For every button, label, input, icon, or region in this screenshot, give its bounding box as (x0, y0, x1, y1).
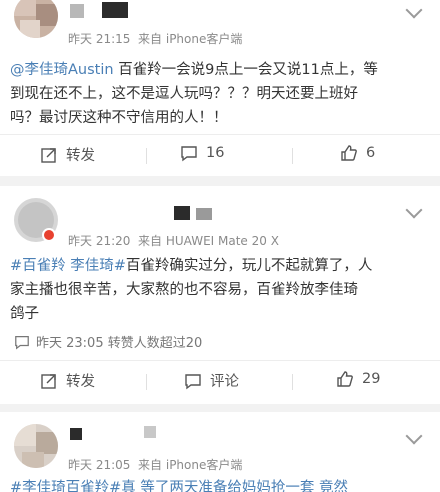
post-text-partial: #李佳琦百雀羚#真 等了两天准备给妈妈抢一套 竟然 (10, 480, 349, 492)
like-button[interactable]: 29 (336, 370, 380, 388)
hashtag-link[interactable]: #百雀羚 李佳琦# (10, 258, 126, 274)
comment-button[interactable]: 16 (180, 144, 224, 162)
repost-icon (41, 147, 56, 163)
username-mosaic[interactable] (174, 206, 190, 220)
footer-comment-icon (15, 335, 29, 349)
username-mosaic[interactable] (144, 426, 156, 438)
chevron-down-icon[interactable] (405, 1, 423, 19)
post-text: @李佳琦Austin 百雀羚一会说9点上一会又说11点上，等 到现在还不上，这不… (10, 62, 378, 126)
post-text: #百雀羚 李佳琦#百雀羚确实过分，玩儿不起就算了，人 家主播也很辛苦，大家熬的也… (10, 258, 373, 322)
verified-badge-icon (42, 228, 56, 242)
divider (0, 360, 440, 361)
username-mosaic[interactable] (70, 428, 82, 440)
comment-icon (181, 146, 197, 162)
username-mosaic[interactable] (102, 2, 128, 18)
avatar[interactable] (14, 0, 58, 38)
repost-button[interactable]: 转发 (40, 370, 95, 391)
avatar[interactable] (14, 424, 58, 468)
repost-button[interactable]: 转发 (40, 144, 95, 165)
post-card-1: 昨天 21:15 来自 iPhone客户端 @李佳琦Austin 百雀羚一会说9… (0, 0, 440, 176)
divider (146, 374, 147, 390)
mention-link[interactable]: @李佳琦Austin (10, 62, 114, 78)
like-icon (337, 371, 353, 387)
comment-button[interactable]: 评论 (184, 370, 239, 391)
divider (292, 374, 293, 390)
post-card-2: 昨天 21:20 来自 HUAWEI Mate 20 X #百雀羚 李佳琦#百雀… (0, 186, 440, 404)
repost-count-footer[interactable]: 昨天 23:05 转赞人数超过20 (14, 332, 202, 351)
post-card-3: 昨天 21:05 来自 iPhone客户端 #李佳琦百雀羚#真 等了两天准备给妈… (0, 412, 440, 492)
chevron-down-icon[interactable] (405, 427, 423, 445)
post-meta: 昨天 21:20 来自 HUAWEI Mate 20 X (68, 234, 279, 248)
post-meta: 昨天 21:05 来自 iPhone客户端 (68, 458, 243, 472)
like-button[interactable]: 6 (340, 144, 375, 162)
like-icon (341, 145, 357, 161)
repost-icon (41, 373, 56, 389)
chevron-down-icon[interactable] (405, 201, 423, 219)
username-mosaic[interactable] (196, 208, 212, 220)
post-meta: 昨天 21:15 来自 iPhone客户端 (68, 32, 243, 46)
divider (0, 134, 440, 135)
divider (146, 148, 147, 164)
comment-icon (185, 373, 201, 389)
divider (292, 148, 293, 164)
username-mosaic[interactable] (70, 4, 84, 18)
